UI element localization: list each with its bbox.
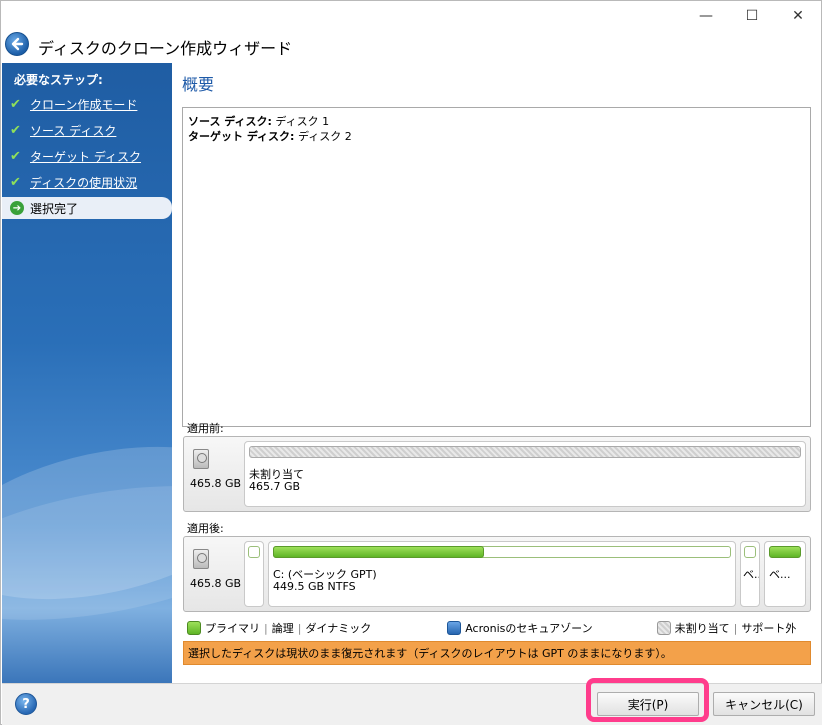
legend-unallocated: 未割り当て	[656, 620, 730, 636]
main-panel: 概要 ソース ディスク: ディスク 1 ターゲット ディスク: ディスク 2 適…	[172, 63, 821, 683]
minimize-button[interactable]: —	[683, 1, 729, 31]
partition-small-3[interactable]: ベ...	[764, 541, 806, 607]
partition-size: 465.7 GB	[249, 480, 301, 493]
steps-sidebar: 必要なステップ: ✔ クローン作成モード ✔ ソース ディスク ✔ ターゲット …	[2, 63, 172, 683]
unallocated-bar	[249, 446, 801, 458]
step-clone-mode[interactable]: ✔ クローン作成モード	[2, 93, 172, 115]
partition-bar	[744, 546, 756, 558]
partition-small-1[interactable]	[244, 541, 264, 607]
legend-unsupported: サポート外	[741, 622, 797, 635]
legend-label: プライマリ	[205, 622, 260, 635]
legend-logical: 論理	[271, 622, 294, 635]
target-label: ターゲット ディスク:	[188, 130, 295, 143]
window-controls: — ☐ ✕	[683, 1, 821, 31]
legend-label: Acronisのセキュアゾーン	[465, 622, 593, 635]
separator: |	[297, 621, 302, 635]
primary-swatch	[187, 621, 201, 635]
back-button[interactable]	[5, 32, 29, 56]
source-value: ディスク 1	[275, 115, 330, 128]
step-label: クローン作成モード	[30, 97, 138, 112]
hard-disk-icon	[193, 549, 209, 569]
maximize-button[interactable]: ☐	[729, 1, 775, 31]
step-label: ソース ディスク	[30, 123, 117, 138]
disk-before: 465.8 GB 未割り当て 465.7 GB	[183, 436, 811, 512]
summary-box: ソース ディスク: ディスク 1 ターゲット ディスク: ディスク 2	[182, 107, 811, 427]
cancel-button[interactable]: キャンセル(C)	[713, 692, 815, 716]
unallocated-swatch	[656, 621, 671, 635]
steps-heading: 必要なステップ:	[14, 73, 103, 87]
separator: |	[733, 621, 738, 635]
title-bar: — ☐ ✕ ディスクのクローン作成ウィザード	[1, 1, 821, 63]
close-button[interactable]: ✕	[775, 1, 821, 31]
info-banner: 選択したディスクは現状のまま復元されます（ディスクのレイアウトは GPT のまま…	[183, 641, 811, 665]
step-label: ターゲット ディスク	[30, 149, 141, 164]
before-label: 適用前:	[187, 422, 224, 435]
after-label: 適用後:	[187, 522, 224, 535]
partition-bar	[248, 546, 260, 558]
wizard-window: — ☐ ✕ ディスクのクローン作成ウィザード 必要なステップ: ✔ クローン作成…	[0, 0, 822, 725]
execute-button-highlight	[586, 678, 709, 722]
source-label: ソース ディスク:	[188, 115, 272, 128]
checkmark-icon: ✔	[10, 122, 21, 138]
step-disk-usage[interactable]: ✔ ディスクの使用状況	[2, 171, 172, 193]
step-target-disk[interactable]: ✔ ターゲット ディスク	[2, 145, 172, 167]
info-banner-text: 選択したディスクは現状のまま復元されます（ディスクのレイアウトは GPT のまま…	[188, 647, 672, 660]
acronis-zone-swatch	[447, 621, 462, 635]
step-source-disk[interactable]: ✔ ソース ディスク	[2, 119, 172, 141]
summary-target: ターゲット ディスク: ディスク 2	[188, 129, 805, 144]
target-value: ディスク 2	[297, 130, 352, 143]
legend: プライマリ | 論理 | ダイナミック Acronisのセキュアゾーン 未割り当…	[187, 619, 807, 637]
page-title: 概要	[182, 75, 215, 94]
partition-name: ベ...	[743, 568, 759, 581]
disk-size: 465.8 GB	[190, 577, 242, 590]
legend-acronis: Acronisのセキュアゾーン	[447, 620, 593, 636]
partition-used-bar	[273, 546, 484, 558]
partition-size: 449.5 GB NTFS	[273, 580, 356, 593]
legend-label: 未割り当て	[674, 622, 730, 635]
summary-source: ソース ディスク: ディスク 1	[188, 114, 805, 129]
step-label: 選択完了	[30, 201, 79, 216]
checkmark-icon: ✔	[10, 96, 21, 112]
separator: |	[264, 621, 268, 635]
partition-bar	[769, 546, 801, 558]
step-label: ディスクの使用状況	[30, 175, 138, 190]
checkmark-icon: ✔	[10, 148, 21, 164]
arrow-left-icon	[11, 37, 24, 51]
hard-disk-icon	[193, 449, 209, 469]
help-button[interactable]: ?	[15, 693, 37, 715]
window-title: ディスクのクローン作成ウィザード	[38, 39, 293, 58]
checkmark-icon: ✔	[10, 174, 21, 190]
partition-c[interactable]: C: (ベーシック GPT) 449.5 GB NTFS	[268, 541, 736, 607]
step-finish[interactable]: ➔ 選択完了	[2, 197, 172, 219]
legend-primary: プライマリ	[187, 620, 260, 636]
disk-after: 465.8 GB C: (ベーシック GPT) 449.5 GB NTFS ベ.…	[183, 536, 811, 612]
legend-dynamic: ダイナミック	[305, 622, 372, 635]
partition-small-2[interactable]: ベ...	[740, 541, 760, 607]
partition-unallocated[interactable]: 未割り当て 465.7 GB	[244, 441, 806, 507]
disk-size: 465.8 GB	[190, 477, 242, 490]
partition-name: ベ...	[769, 568, 791, 581]
arrow-right-icon: ➔	[10, 201, 24, 215]
